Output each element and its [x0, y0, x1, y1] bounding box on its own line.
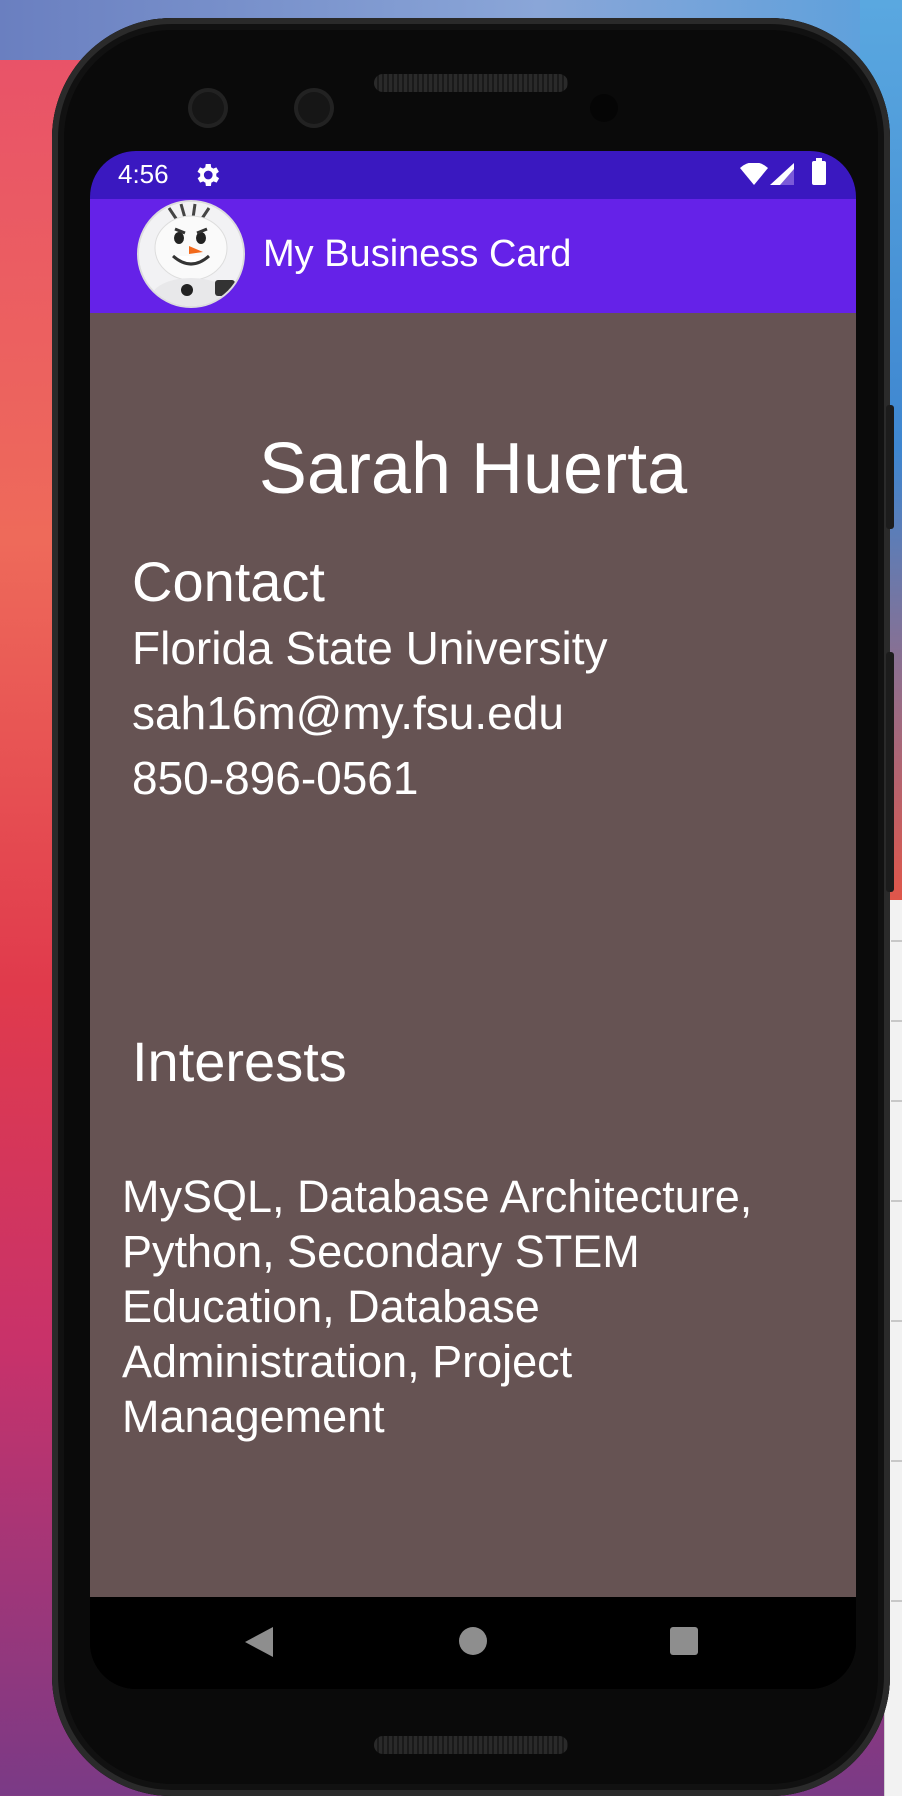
front-camera-2 — [294, 88, 334, 128]
snowman-avatar — [137, 200, 245, 308]
contact-heading: Contact — [132, 550, 325, 613]
interests-heading: Interests — [132, 1030, 347, 1093]
person-name: Sarah Huerta — [258, 429, 688, 509]
proximity-sensor — [590, 94, 618, 122]
interests-text: MySQL, Database Architecture, Python, Se… — [122, 1171, 753, 1442]
status-time: 4:56 — [118, 159, 169, 189]
settings-icon — [192, 160, 222, 190]
earpiece-speaker — [374, 74, 568, 92]
contact-phone: 850-896-0561 — [132, 752, 419, 804]
phone-screen: 4:56 My Business Card Sarah Huerta Conta… — [90, 151, 856, 1689]
contact-organization: Florida State University — [132, 622, 608, 674]
recents-icon[interactable] — [670, 1627, 698, 1655]
home-icon[interactable] — [459, 1627, 487, 1655]
navigation-bar — [90, 1597, 856, 1689]
app-title: My Business Card — [263, 233, 572, 275]
battery-icon — [812, 158, 826, 185]
back-icon[interactable] — [245, 1627, 273, 1662]
volume-button — [886, 652, 894, 892]
business-card-content: Sarah Huerta Contact Florida State Unive… — [90, 313, 856, 1597]
power-button — [886, 405, 894, 529]
signal-icon — [770, 163, 794, 190]
wifi-icon — [740, 162, 768, 190]
bottom-speaker — [374, 1736, 568, 1754]
front-camera — [188, 88, 228, 128]
app-bar: My Business Card — [90, 199, 856, 313]
status-bar: 4:56 — [90, 151, 856, 199]
contact-email: sah16m@my.fsu.edu — [132, 687, 564, 739]
